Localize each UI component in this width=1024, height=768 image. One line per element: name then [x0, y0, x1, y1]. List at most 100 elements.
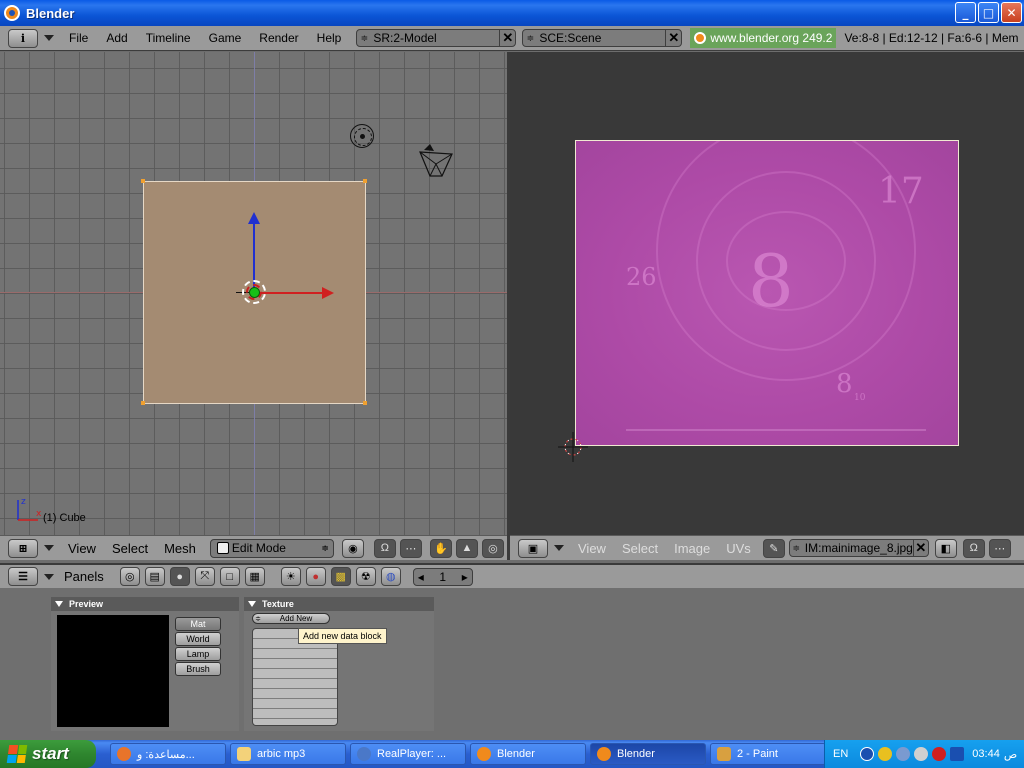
taskbar-button-active[interactable]: Blender [590, 743, 706, 765]
panels-menu[interactable]: Panels [64, 569, 104, 584]
camera-object-icon[interactable] [416, 142, 456, 182]
mesh-vertex[interactable] [141, 401, 145, 405]
close-button[interactable]: ✕ [1001, 2, 1022, 23]
menu-add[interactable]: Add [97, 26, 136, 51]
menu-timeline[interactable]: Timeline [137, 26, 200, 51]
menu-render[interactable]: Render [250, 26, 307, 51]
draw-type-button[interactable]: ◉ [341, 538, 364, 558]
lamp-icon[interactable]: ☀ [280, 567, 301, 586]
preview-panel-header[interactable]: Preview [51, 597, 239, 611]
texture-channel-slot[interactable] [253, 709, 337, 719]
texture-panel-header[interactable]: Texture [244, 597, 434, 611]
taskbar-button[interactable]: Blender [470, 743, 586, 765]
menu-image[interactable]: Image [666, 536, 718, 561]
blender-logo-icon [694, 32, 707, 44]
antivirus-icon[interactable] [932, 747, 947, 761]
logic-icon[interactable]: ◎ [119, 567, 140, 586]
language-indicator[interactable]: EN [833, 748, 848, 760]
menu-view[interactable]: View [60, 536, 104, 561]
menu-view[interactable]: View [570, 536, 614, 561]
loaded-image[interactable]: 8 17 26 8 10 [575, 140, 959, 446]
snap-icon[interactable]: ⋯ [988, 538, 1011, 558]
magnet-icon[interactable]: Ω [373, 538, 396, 558]
radiosity-icon[interactable]: ☢ [355, 567, 376, 586]
mode-selector[interactable]: Edit Mode ≑ [209, 538, 334, 558]
menu-mesh[interactable]: Mesh [156, 536, 204, 561]
mesh-vertex[interactable] [141, 179, 145, 183]
magnet-icon[interactable]: Ω [962, 538, 985, 558]
collapse-menu-icon[interactable] [44, 35, 54, 41]
3d-viewport[interactable]: z x (1) Cube [0, 52, 507, 535]
preview-brush-button[interactable]: Brush [175, 662, 221, 676]
texture-icon[interactable]: ▩ [330, 567, 351, 586]
mesh-vertex[interactable] [363, 179, 367, 183]
preview-mat-button[interactable]: Mat [175, 617, 221, 631]
texture-channel-slot[interactable] [253, 649, 337, 659]
texture-channel-slot[interactable] [253, 679, 337, 689]
back-arrow-icon[interactable] [860, 747, 875, 761]
scene-icon[interactable]: ▦ [244, 567, 265, 586]
delete-screen-button[interactable]: ✕ [499, 30, 515, 46]
menu-uvs[interactable]: UVs [718, 536, 759, 561]
start-button[interactable]: start [0, 740, 96, 768]
circle-icon[interactable]: ◎ [481, 538, 504, 558]
editor-type-button[interactable]: ☰ [8, 567, 38, 586]
collapse-triangle-icon[interactable] [55, 601, 63, 607]
uv-image-editor[interactable]: 8 17 26 8 10 [510, 52, 1024, 535]
texture-channel-slot[interactable] [253, 659, 337, 669]
material-icon[interactable]: ● [305, 567, 326, 586]
minimize-button[interactable]: _ [955, 2, 976, 23]
decrement-icon[interactable]: ◂ [414, 570, 428, 584]
editor-type-button[interactable]: ⊞ [8, 538, 38, 558]
taskbar-button[interactable]: RealPlayer: ... [350, 743, 466, 765]
pin-icon[interactable]: ✎ [762, 538, 785, 558]
collapse-triangle-icon[interactable] [248, 601, 256, 607]
image-selector[interactable]: ≑ IM:mainimage_8.jpg ✕ [788, 539, 929, 557]
taskbar-button[interactable]: مساعدة: و... [110, 743, 226, 765]
taskbar-button[interactable]: arbic mp3 [230, 743, 346, 765]
triangle-icon[interactable]: ▲ [455, 538, 478, 558]
menu-help[interactable]: Help [308, 26, 351, 51]
editing-icon[interactable]: □ [219, 567, 240, 586]
delete-scene-button[interactable]: ✕ [665, 30, 681, 46]
volume-icon[interactable] [914, 747, 929, 761]
collapse-menu-icon[interactable] [44, 545, 54, 551]
collapse-menu-icon[interactable] [44, 573, 54, 580]
hand-icon[interactable]: ✋ [429, 538, 452, 558]
menu-game[interactable]: Game [200, 26, 251, 51]
scene-selector[interactable]: ≑ SCE:Scene ✕ [522, 29, 683, 47]
monitor-icon[interactable] [950, 747, 965, 761]
add-new-texture-button[interactable]: ≑ Add New [252, 613, 330, 624]
editor-type-button[interactable]: ▣ [518, 538, 548, 558]
mesh-vertex[interactable] [363, 401, 367, 405]
taskbar-button[interactable]: 2 - Paint [710, 743, 826, 765]
script-icon[interactable]: ▤ [144, 567, 165, 586]
collapse-menu-icon[interactable] [554, 545, 564, 551]
world-icon[interactable]: ◍ [380, 567, 401, 586]
unlink-image-button[interactable]: ✕ [912, 540, 928, 556]
menu-select[interactable]: Select [614, 536, 666, 561]
clock[interactable]: 03:44 [972, 748, 1000, 760]
preview-world-button[interactable]: World [175, 632, 221, 646]
preview-lamp-button[interactable]: Lamp [175, 647, 221, 661]
3d-viewport-header: ⊞ View Select Mesh Edit Mode ≑ ◉ Ω ⋯ ✋ ▲… [0, 535, 507, 560]
network-icon[interactable] [896, 747, 911, 761]
blender-website-link[interactable]: www.blender.org 249.2 [690, 28, 837, 48]
object-icon[interactable]: ⤧ [194, 567, 215, 586]
shading-icon[interactable]: ● [169, 567, 190, 586]
snap-icon[interactable]: ⋯ [399, 538, 422, 558]
menu-select[interactable]: Select [104, 536, 156, 561]
texture-channel-slot[interactable] [253, 699, 337, 709]
lamp-object-icon[interactable] [350, 124, 374, 148]
shield-icon[interactable] [878, 747, 893, 761]
increment-icon[interactable]: ▸ [458, 570, 472, 584]
texture-channel-slot[interactable] [253, 689, 337, 699]
texture-channel-slot[interactable] [253, 669, 337, 679]
info-window-type-button[interactable]: i [8, 28, 38, 48]
lock-icon[interactable]: ◧ [934, 538, 957, 558]
frame-counter[interactable]: ◂ 1 ▸ [412, 567, 473, 586]
texture-channel-slot[interactable] [253, 719, 337, 725]
menu-file[interactable]: File [60, 26, 97, 51]
maximize-button[interactable]: □ [978, 2, 999, 23]
screen-selector[interactable]: ≑ SR:2-Model ✕ [356, 29, 517, 47]
